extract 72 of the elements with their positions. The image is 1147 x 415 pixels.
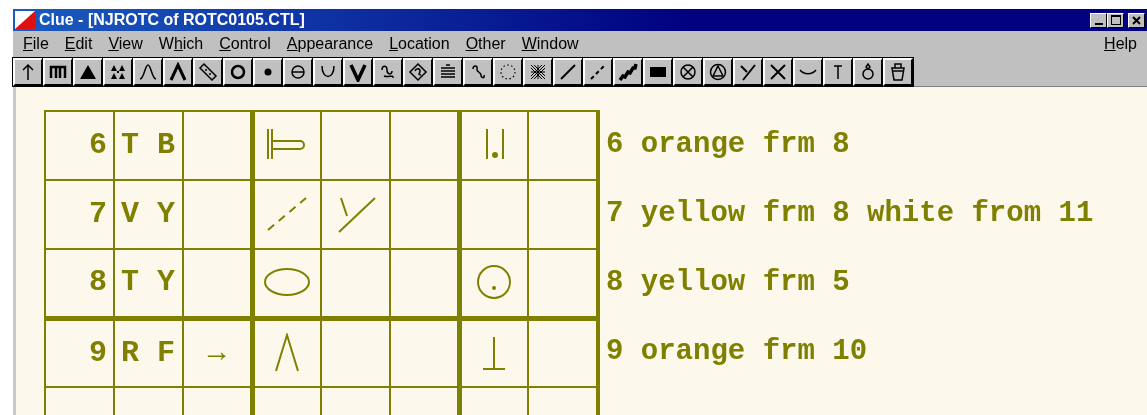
app-logo-icon	[15, 11, 35, 29]
cup-icon	[888, 61, 908, 82]
arrow-symbol: →	[207, 335, 226, 370]
maximize-button[interactable]	[1107, 12, 1124, 28]
menu-item[interactable]: Window	[513, 32, 587, 56]
toolbar-button[interactable]	[403, 57, 433, 86]
smile-curve-icon	[799, 68, 817, 75]
caret-icon	[168, 61, 188, 82]
dotted-circle-icon	[498, 61, 518, 82]
menu-item[interactable]: Which	[150, 32, 212, 56]
toolbar-button[interactable]	[523, 57, 553, 86]
toolbar-button[interactable]	[373, 57, 403, 86]
toolbar-button[interactable]	[193, 57, 223, 86]
menu-item[interactable]: Edit	[56, 32, 101, 56]
close-button[interactable]	[1128, 12, 1145, 28]
toolbar-button[interactable]	[433, 57, 463, 86]
note-line: 6 orange frm 8	[606, 127, 851, 163]
toolbar-button[interactable]	[793, 57, 823, 86]
note-line: 7 yellow frm 8 white from 11	[606, 196, 1094, 232]
minimize-icon	[1094, 22, 1103, 25]
stepped-slash-icon	[618, 61, 638, 82]
menu-item[interactable]: View	[100, 32, 151, 56]
note-line: 9 orange frm 10	[606, 334, 869, 370]
note-line: 8 yellow frm 5	[606, 265, 851, 301]
toolbar-button[interactable]	[253, 57, 283, 86]
letter-cell: R F	[114, 318, 183, 387]
toolbar-button[interactable]	[553, 57, 583, 86]
menu-item[interactable]: Appearance	[278, 32, 382, 56]
maximize-icon	[1110, 15, 1121, 25]
circle-x-icon	[678, 61, 698, 82]
slash-icon	[558, 61, 578, 82]
toolbar-button[interactable]	[133, 57, 163, 86]
letter-cell: T B	[114, 111, 183, 180]
row-number: 6	[45, 111, 114, 180]
toolbar-button[interactable]	[883, 57, 913, 86]
toolbar-button[interactable]	[223, 57, 253, 86]
toolbar-button[interactable]	[853, 57, 883, 86]
x-icon	[768, 61, 788, 82]
bell-curve-icon	[138, 61, 158, 82]
row-number: 7	[45, 180, 114, 249]
toolbar-button[interactable]	[643, 57, 673, 86]
toolbar-button[interactable]	[613, 57, 643, 86]
toolbar-button[interactable]	[463, 57, 493, 86]
toolbar-button[interactable]	[823, 57, 853, 86]
v-icon	[348, 61, 368, 82]
menu-item[interactable]: Help	[1096, 32, 1145, 56]
window-title: Clue - [NJROTC of ROTC0105.CTL]	[39, 10, 305, 30]
toolbar-button[interactable]	[163, 57, 193, 86]
toolbar-button[interactable]	[283, 57, 313, 86]
diamond-squiggle-icon	[408, 61, 428, 82]
toolbar-button[interactable]	[583, 57, 613, 86]
toolbar-button[interactable]	[703, 57, 733, 86]
minimize-button[interactable]	[1090, 12, 1107, 28]
row-number: 8	[45, 249, 114, 318]
toolbar-button[interactable]	[103, 57, 133, 86]
menu-item[interactable]: Other	[457, 32, 514, 56]
toolbar-button[interactable]	[493, 57, 523, 86]
menu-item[interactable]: Location	[381, 32, 458, 56]
close-icon	[1132, 15, 1141, 25]
toolbar-button[interactable]	[733, 57, 763, 86]
toolbar-button[interactable]	[43, 57, 73, 86]
dotted-bar-icon	[198, 61, 218, 82]
toolbar-button[interactable]	[343, 57, 373, 86]
toolbar-button[interactable]	[73, 57, 103, 86]
row-number: 9	[45, 318, 114, 387]
toolbar-button[interactable]	[313, 57, 343, 86]
menu-item[interactable]: Control	[211, 32, 279, 56]
letter-cell: V Y	[114, 180, 183, 249]
menu-item[interactable]: File	[15, 32, 57, 56]
toolbar-button[interactable]	[673, 57, 703, 86]
toolbar-button[interactable]	[763, 57, 793, 86]
toolbar-button[interactable]	[13, 57, 43, 86]
